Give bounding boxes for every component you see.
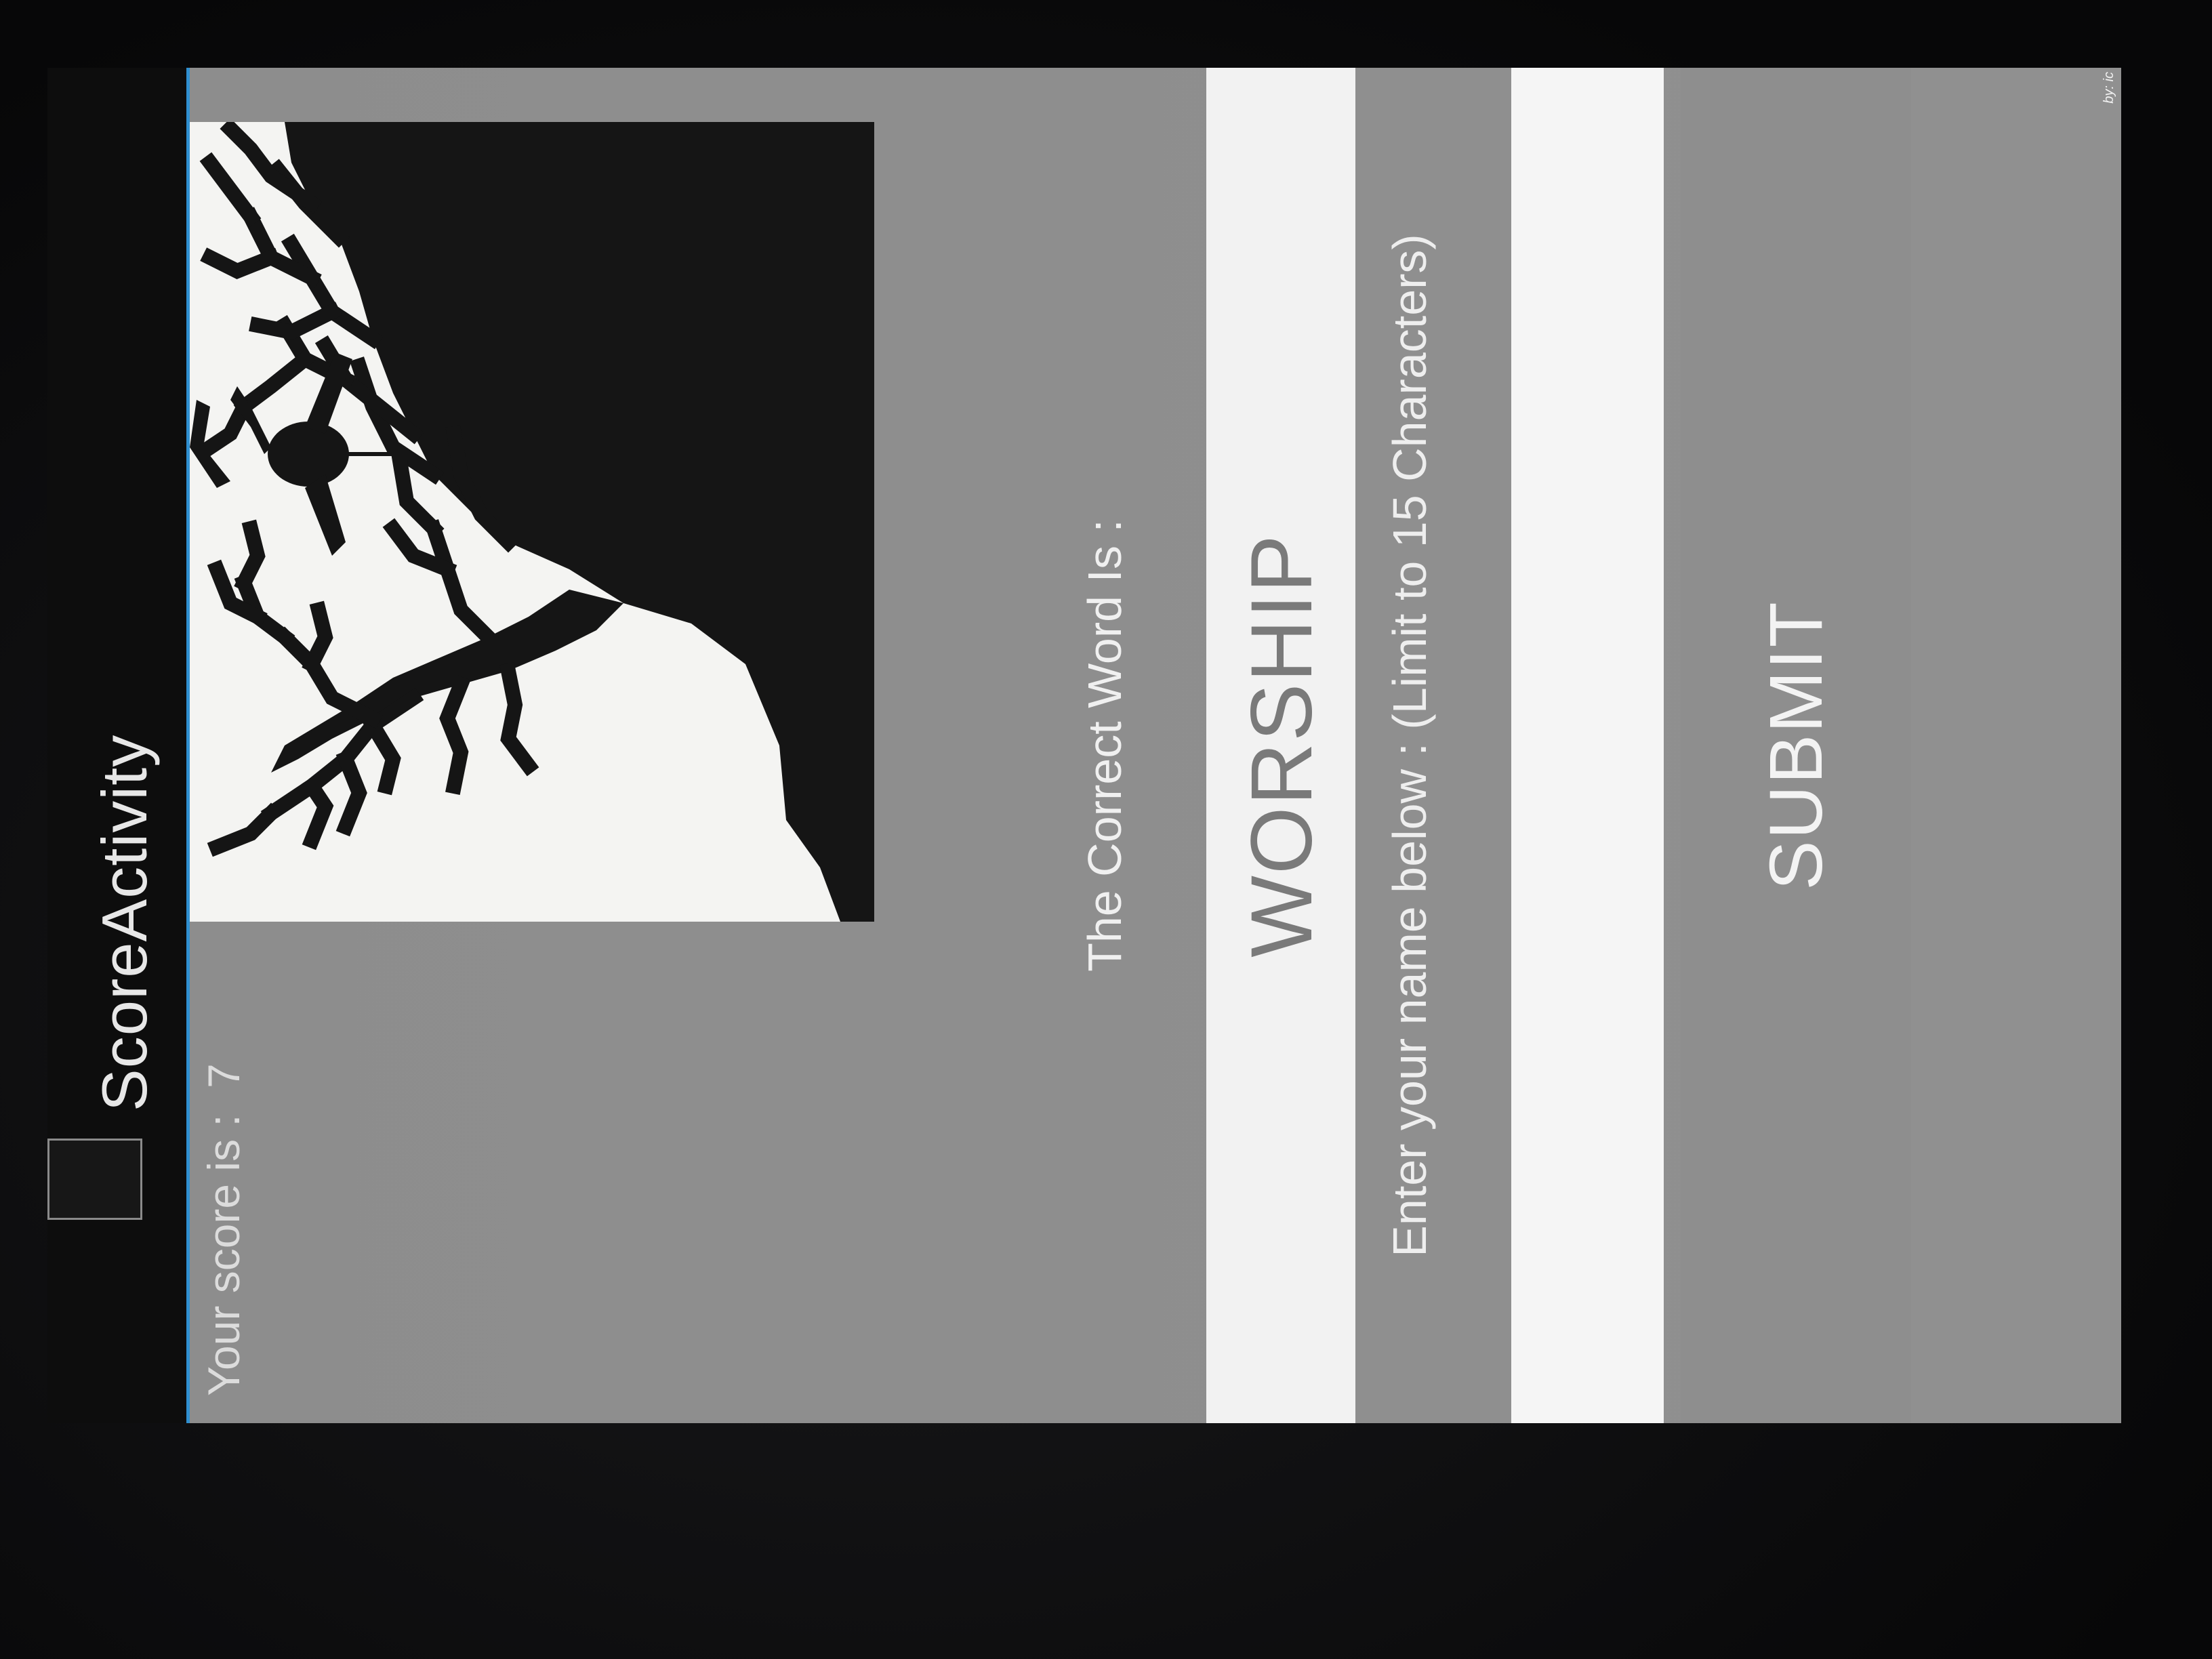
content-area: Your score is : 7 The Correct Word Is: … — [190, 68, 2121, 1423]
submit-button[interactable]: SUBMIT — [1681, 68, 1911, 1423]
correct-word-field: WORSHIP — [1206, 68, 1355, 1423]
app-screen: ScoreActivity Your score is : 7 The Corr… — [47, 68, 2121, 1423]
tree-silhouette-icon — [190, 122, 874, 922]
score-value: 7 — [199, 1063, 249, 1088]
credit-text: by: ic — [2102, 72, 2116, 104]
correct-word-label: The Correct Word Is : — [1078, 519, 1131, 972]
name-prompt: Enter your name below : (Limit to 15 Cha… — [1383, 234, 1436, 1257]
app-icon[interactable] — [47, 1139, 142, 1220]
action-bar: ScoreActivity — [47, 68, 190, 1423]
app-title: ScoreActivity — [89, 734, 160, 1111]
correct-word: WORSHIP — [1233, 533, 1330, 958]
hanging-tree-image — [190, 122, 874, 922]
score-label: Your score is : — [199, 1114, 249, 1396]
score-row: Your score is : 7 — [198, 1063, 249, 1396]
device-photo-background: ScoreActivity Your score is : 7 The Corr… — [0, 0, 2212, 1659]
name-input[interactable] — [1511, 68, 1664, 1423]
